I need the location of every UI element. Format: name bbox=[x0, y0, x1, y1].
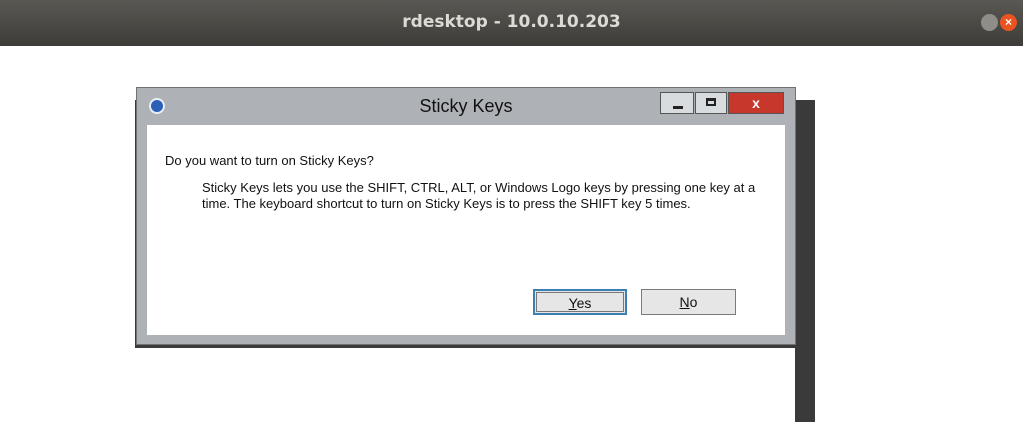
dialog-close-button[interactable]: x bbox=[728, 92, 784, 114]
window-titlebar: rdesktop - 10.0.10.203 × bbox=[0, 0, 1023, 46]
dialog-titlebar: Sticky Keys x bbox=[137, 88, 795, 124]
window-title: rdesktop - 10.0.10.203 bbox=[402, 12, 621, 32]
yes-accelerator: Y bbox=[568, 295, 577, 311]
dialog-content: Do you want to turn on Sticky Keys? Stic… bbox=[147, 125, 785, 335]
sticky-keys-dialog: Sticky Keys x Do you want to turn on Sti… bbox=[136, 87, 796, 345]
background-shape-column bbox=[795, 168, 815, 422]
dialog-maximize-button[interactable] bbox=[695, 92, 727, 114]
no-accelerator: N bbox=[679, 294, 690, 310]
minimize-window-button[interactable] bbox=[981, 14, 998, 31]
dialog-question: Do you want to turn on Sticky Keys? bbox=[165, 153, 374, 168]
no-label: o bbox=[689, 294, 698, 310]
no-button[interactable]: No bbox=[641, 289, 736, 315]
dialog-minimize-button[interactable] bbox=[660, 92, 694, 114]
yes-label: es bbox=[576, 295, 592, 311]
dialog-description: Sticky Keys lets you use the SHIFT, CTRL… bbox=[202, 180, 756, 211]
yes-button[interactable]: Yes bbox=[533, 289, 627, 315]
close-window-button[interactable]: × bbox=[1000, 14, 1017, 31]
